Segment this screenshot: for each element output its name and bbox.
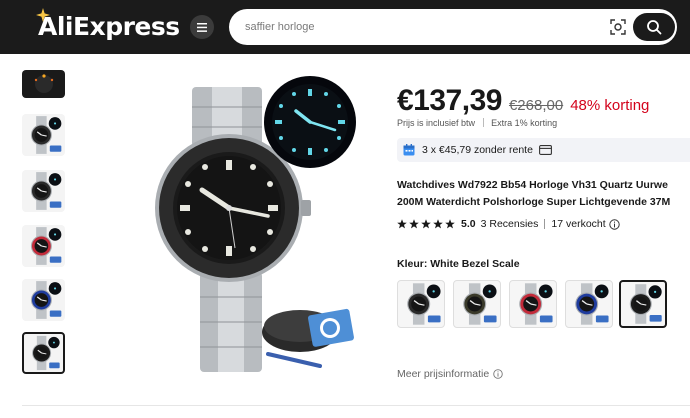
divider <box>544 219 546 229</box>
search-icon <box>647 20 662 35</box>
color-swatch-4[interactable] <box>565 280 613 328</box>
thumbnail-1[interactable] <box>22 70 65 98</box>
top-header: AliExpress <box>0 0 690 54</box>
info-icon <box>493 369 503 379</box>
aliexpress-logo[interactable]: AliExpress <box>36 8 180 42</box>
vat-text: Prijs is inclusief btw <box>397 118 476 128</box>
logo-star-icon <box>36 8 50 22</box>
color-swatch-5[interactable] <box>619 280 667 328</box>
thumbnail-5[interactable] <box>22 279 65 321</box>
thumbnail-3[interactable] <box>22 170 65 212</box>
original-price: €268,00 <box>508 97 564 114</box>
watch-thumbnail-image <box>30 116 62 154</box>
logo-text: AliExpress <box>38 11 180 41</box>
reviews-link[interactable]: 3 Recensies <box>481 218 539 230</box>
watch-thumbnail-image <box>30 281 62 319</box>
color-swatch-2[interactable] <box>453 280 501 328</box>
search-input[interactable] <box>245 9 605 45</box>
rating-value: 5.0 <box>461 218 476 230</box>
more-info-text: Meer prijsinformatie <box>397 368 490 380</box>
menu-icon <box>197 22 207 32</box>
watch-thumbnail-image <box>575 283 609 325</box>
more-price-info[interactable]: Meer prijsinformatie <box>397 368 503 380</box>
color-label: Kleur: White Bezel Scale <box>397 258 520 270</box>
rating-row: 5.0 3 Recensies 17 verkocht <box>397 218 620 230</box>
current-price: €137,39 <box>397 84 502 117</box>
watch-thumbnail-image <box>32 335 60 371</box>
info-icon[interactable] <box>608 218 620 230</box>
star-icon <box>445 219 455 229</box>
main-product-image <box>155 76 356 372</box>
watch-thumbnail-image <box>30 227 62 265</box>
thumbnail-6[interactable] <box>22 332 65 374</box>
star-icon <box>397 219 407 229</box>
watch-thumbnail-image <box>519 283 553 325</box>
color-swatch-1[interactable] <box>397 280 445 328</box>
color-swatch-3[interactable] <box>509 280 557 328</box>
watch-thumbnail-image <box>30 172 62 210</box>
price-row: €137,39 €268,00 48% korting <box>397 84 649 118</box>
thumbnail-image <box>22 70 65 98</box>
section-divider <box>22 405 690 406</box>
menu-button[interactable] <box>190 15 214 39</box>
calendar-icon <box>403 144 415 156</box>
watch-thumbnail-image <box>463 283 497 325</box>
star-rating <box>397 219 455 229</box>
search-button[interactable] <box>633 13 675 41</box>
sold-count: 17 verkocht <box>551 218 606 230</box>
star-icon <box>433 219 443 229</box>
thumbnail-4[interactable] <box>22 225 65 267</box>
product-title: Watchdives Wd7922 Bb54 Horloge Vh31 Quar… <box>397 177 690 211</box>
credit-card-icon <box>538 145 552 155</box>
star-icon <box>409 219 419 229</box>
extra-discount-text: Extra 1% korting <box>491 118 558 128</box>
watch-thumbnail-image <box>407 283 441 325</box>
camera-search-icon[interactable] <box>610 19 626 35</box>
discount-badge: 48% korting <box>570 97 650 114</box>
search-bar <box>229 9 677 45</box>
installment-banner[interactable]: 3 x €45,79 zonder rente <box>397 138 690 162</box>
installment-text: 3 x €45,79 zonder rente <box>422 144 533 156</box>
star-icon <box>421 219 431 229</box>
watch-thumbnail-image <box>629 284 662 324</box>
divider <box>482 118 484 127</box>
thumbnail-2[interactable] <box>22 114 65 156</box>
vat-info: Prijs is inclusief btw Extra 1% korting <box>397 118 557 128</box>
product-title-line-2: 200M Waterdicht Polshorloge Super Lichtg… <box>397 196 671 208</box>
product-title-line-1: Watchdives Wd7922 Bb54 Horloge Vh31 Quar… <box>397 179 668 191</box>
